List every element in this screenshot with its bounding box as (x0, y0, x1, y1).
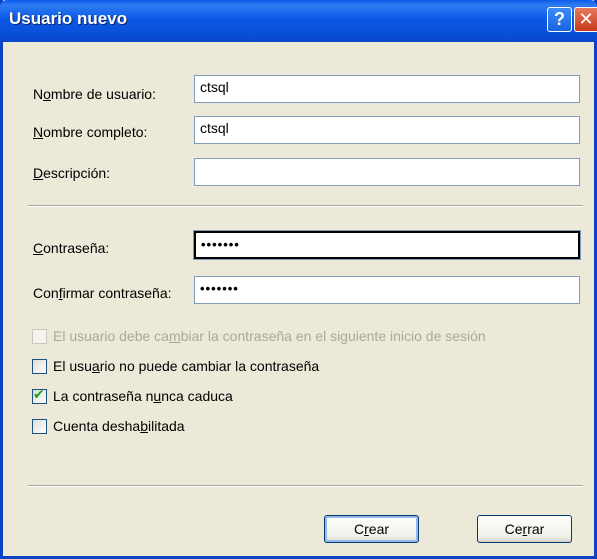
fullname-label: Nombre completo: (33, 124, 148, 140)
description-label: Descripción: (33, 165, 111, 181)
new-user-dialog: Usuario nuevo ? ✕ Nombre de usuario: cts… (0, 0, 597, 559)
create-button[interactable]: Crear (324, 515, 419, 543)
password-never-expires-checkbox[interactable]: ✔ (32, 386, 47, 404)
confirm-password-label: Confirmar contraseña: (33, 285, 172, 301)
must-change-password-checkbox[interactable] (32, 329, 47, 344)
cannot-change-password-checkbox[interactable] (32, 359, 47, 374)
confirm-password-field[interactable]: ••••••• (194, 276, 580, 304)
fullname-field[interactable]: ctsql (194, 116, 580, 144)
must-change-password-label: El usuario debe cambiar la contraseña en… (53, 328, 486, 344)
separator-top (28, 205, 583, 207)
close-icon: ✕ (578, 9, 594, 29)
description-field[interactable] (194, 158, 580, 186)
password-field[interactable]: ••••••• (193, 230, 581, 260)
checkmark-icon: ✔ (33, 386, 45, 402)
close-window-button[interactable]: ✕ (574, 7, 597, 32)
password-label: Contraseña: (33, 240, 110, 256)
account-disabled-checkbox[interactable] (32, 419, 47, 434)
account-disabled-label: Cuenta deshabilitada (53, 418, 185, 434)
help-icon: ? (554, 9, 565, 29)
username-field[interactable]: ctsql (194, 75, 580, 103)
password-never-expires-label: La contraseña nunca caduca (53, 388, 233, 404)
title-bar[interactable]: Usuario nuevo ? ✕ (0, 0, 597, 42)
username-label: Nombre de usuario: (33, 86, 156, 102)
close-button[interactable]: Cerrar (477, 515, 572, 543)
cannot-change-password-label: El usuario no puede cambiar la contraseñ… (53, 358, 320, 374)
help-button[interactable]: ? (547, 7, 572, 32)
dialog-title: Usuario nuevo (9, 9, 128, 28)
separator-bottom (28, 485, 583, 487)
